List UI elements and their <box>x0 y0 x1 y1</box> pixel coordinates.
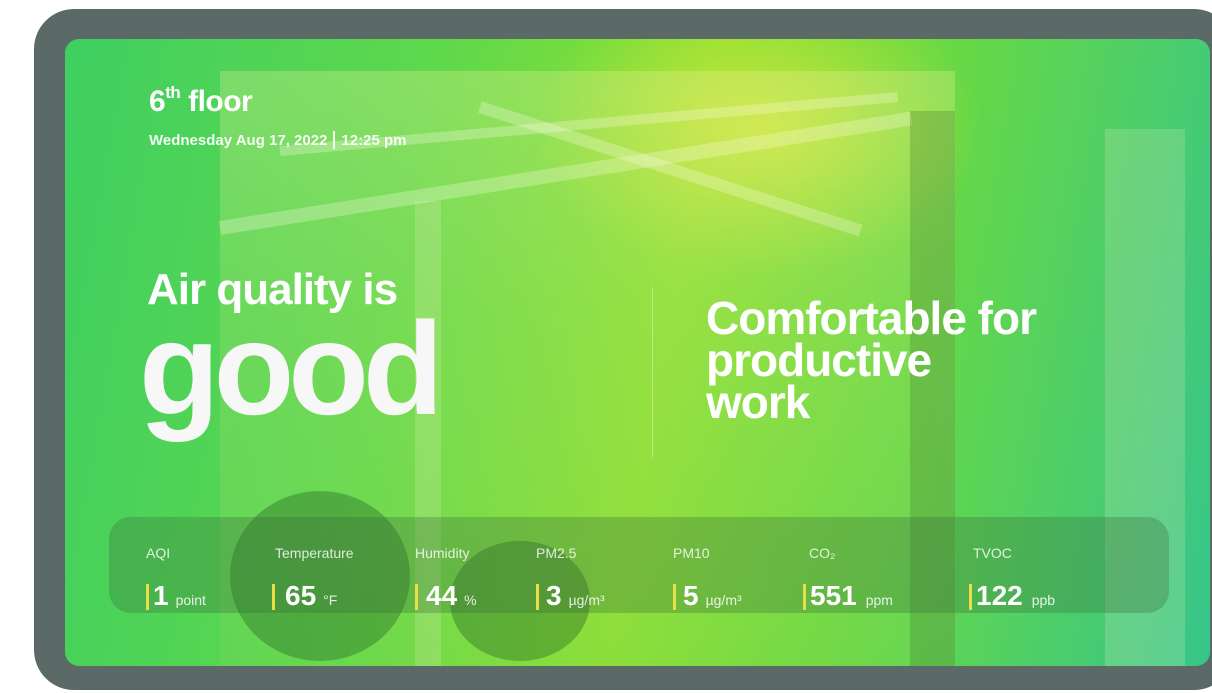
display-device-frame: 6th floor Wednesday Aug 17, 2022 12:25 p… <box>34 9 1212 690</box>
air-quality-rating: good <box>139 295 444 442</box>
metric-unit: point <box>175 592 206 608</box>
metric-label: AQI <box>146 545 171 561</box>
metrics-bar: AQI 1 point Temperature 65 °F Humidity 4… <box>109 517 1169 613</box>
metric-value: 551 ppm <box>803 581 893 611</box>
metric-label: Temperature <box>275 545 354 561</box>
metric-indicator <box>536 584 539 610</box>
metric-value: 3 µg/m³ <box>536 581 605 611</box>
floor-title: 6th floor <box>149 83 253 119</box>
metric-label: CO₂ <box>809 545 836 561</box>
metric-number: 65 <box>285 580 317 611</box>
metric-indicator <box>673 584 676 610</box>
metric-value: 5 µg/m³ <box>673 581 742 611</box>
metric-unit: µg/m³ <box>568 592 605 608</box>
metric-number: 44 <box>426 580 458 611</box>
metric-number: 1 <box>153 580 169 611</box>
date-time-line: Wednesday Aug 17, 2022 12:25 pm <box>149 131 406 149</box>
floor-number: 6 <box>149 85 166 118</box>
metric-indicator <box>803 584 806 610</box>
metric-number: 122 <box>976 580 1023 611</box>
comfort-message: Comfortable for productive work <box>706 292 1176 428</box>
metric-indicator <box>969 584 972 610</box>
metric-unit: ppm <box>865 592 893 608</box>
floor-suffix: th <box>165 83 181 102</box>
date-time-separator <box>333 131 336 149</box>
metric-value: 44 % <box>415 581 477 611</box>
metric-label: Humidity <box>415 545 470 561</box>
metric-unit: ppb <box>1031 592 1056 608</box>
metric-label: TVOC <box>973 545 1012 561</box>
comfort-line-3: work <box>706 376 810 428</box>
metric-value: 122 ppb <box>969 581 1055 611</box>
metric-unit: °F <box>323 592 338 608</box>
metric-indicator <box>146 584 149 610</box>
metric-value: 1 point <box>146 581 206 611</box>
metric-number: 551 <box>810 580 857 611</box>
metric-unit: % <box>464 592 477 608</box>
floor-word: floor <box>188 85 253 118</box>
air-quality-screen: 6th floor Wednesday Aug 17, 2022 12:25 p… <box>65 39 1210 666</box>
metric-unit: µg/m³ <box>705 592 742 608</box>
metric-indicator <box>272 584 275 610</box>
time-text: 12:25 pm <box>341 131 407 149</box>
metric-number: 3 <box>546 580 562 611</box>
metric-label: PM2.5 <box>536 545 577 561</box>
comfort-line-2: productive <box>706 334 932 386</box>
metric-number: 5 <box>683 580 699 611</box>
vertical-divider <box>652 287 653 457</box>
metric-indicator <box>415 584 418 610</box>
date-text: Wednesday Aug 17, 2022 <box>149 131 328 149</box>
metric-value: 65 °F <box>272 581 337 611</box>
metric-label: PM10 <box>673 545 710 561</box>
comfort-line-1: Comfortable for <box>706 292 1037 344</box>
